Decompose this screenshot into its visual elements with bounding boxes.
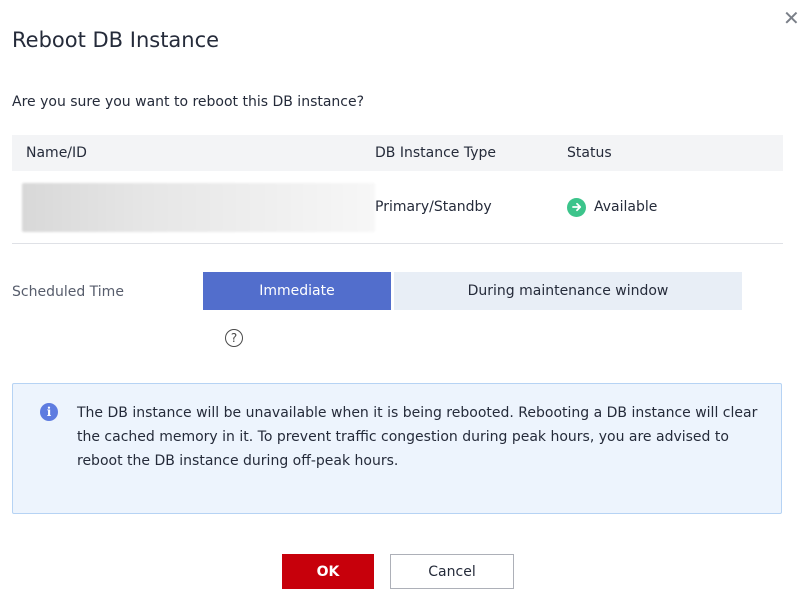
close-icon[interactable]: ✕ [783, 8, 800, 28]
column-header-instance-type: DB Instance Type [375, 145, 496, 161]
maintenance-window-option[interactable]: During maintenance window [394, 272, 742, 310]
info-icon: i [40, 403, 58, 421]
confirm-text: Are you sure you want to reboot this DB … [12, 94, 365, 110]
dialog-title: Reboot DB Instance [12, 28, 220, 52]
status-text: Available [594, 199, 658, 215]
notice-text: The DB instance will be unavailable when… [77, 405, 758, 469]
available-status-icon [567, 197, 586, 217]
instance-type-cell: Primary/Standby [375, 199, 492, 215]
status-cell: Available [556, 197, 658, 217]
scheduled-time-label: Scheduled Time [12, 284, 124, 300]
cancel-button[interactable]: Cancel [390, 554, 514, 589]
help-icon[interactable]: ? [225, 329, 243, 347]
table-row: Primary/Standby Available [12, 171, 783, 244]
instance-table: Name/ID DB Instance Type Status Primary/… [12, 135, 783, 244]
immediate-option[interactable]: Immediate [203, 272, 391, 310]
column-header-status: Status [567, 145, 612, 161]
scheduled-time-selector: Immediate During maintenance window [203, 272, 742, 310]
table-header: Name/ID DB Instance Type Status [12, 135, 783, 171]
ok-button[interactable]: OK [282, 554, 374, 589]
instance-name-id-redacted [22, 182, 375, 232]
column-header-name-id: Name/ID [26, 145, 87, 161]
notice-box: i The DB instance will be unavailable wh… [12, 383, 782, 514]
